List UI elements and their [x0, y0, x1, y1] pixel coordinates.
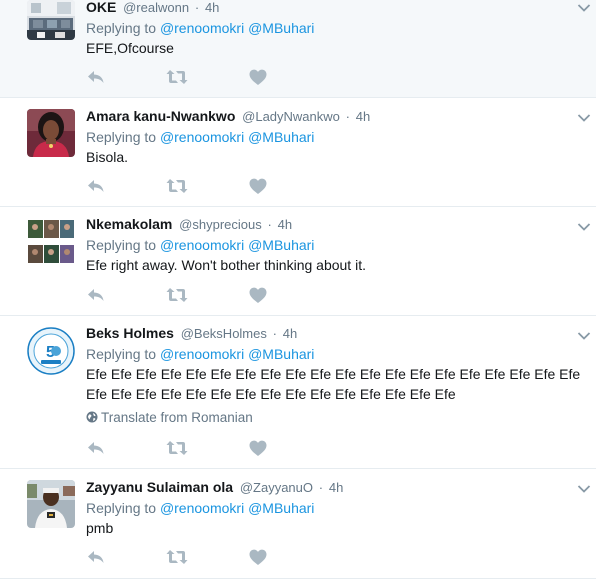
replying-to: Replying to @renoomokri @MBuhari — [86, 127, 576, 147]
tweet-text: Efe right away. Won't bother thinking ab… — [86, 257, 366, 273]
timestamp[interactable]: 4h — [329, 480, 343, 495]
mention-link[interactable]: @renoomokri — [160, 20, 244, 36]
username[interactable]: @LadyNwankwo — [242, 109, 340, 124]
timestamp[interactable]: 4h — [356, 109, 370, 124]
retweet-icon[interactable] — [166, 286, 186, 304]
tweet-text: EFE,Ofcourse — [86, 40, 174, 56]
like-icon[interactable] — [248, 286, 268, 304]
separator-dot: · — [267, 217, 272, 232]
mention-link[interactable]: @renoomokri — [160, 346, 244, 362]
separator-dot: · — [345, 109, 350, 124]
reply-icon[interactable] — [86, 439, 106, 457]
chevron-down-icon[interactable] — [577, 481, 591, 491]
tweet-text: Efe Efe Efe Efe Efe Efe Efe Efe Efe Efe … — [86, 364, 581, 404]
separator-dot: · — [272, 326, 277, 341]
replying-to: Replying to @renoomokri @MBuhari — [86, 498, 576, 518]
retweet-icon[interactable] — [166, 68, 186, 86]
display-name[interactable]: Zayyanu Sulaiman ola — [86, 479, 233, 495]
tweet[interactable]: Zayyanu Sulaiman ola @ZayyanuO · 4h Repl… — [0, 469, 596, 579]
reply-icon[interactable] — [86, 286, 106, 304]
tweet-text: Bisola. — [86, 149, 129, 165]
tweet-feed: OKE @realwonn · 4h Replying to @renoomok… — [0, 0, 596, 581]
like-icon[interactable] — [248, 548, 268, 566]
translate-label: Translate from Romanian — [101, 410, 253, 425]
replying-to: Replying to @renoomokri @MBuhari — [86, 235, 576, 255]
mention-link[interactable]: @MBuhari — [248, 500, 314, 516]
replying-to: Replying to @renoomokri @MBuhari — [86, 18, 576, 38]
username[interactable]: @realwonn — [123, 0, 189, 15]
display-name[interactable]: Beks Holmes — [86, 325, 174, 341]
mention-link[interactable]: @renoomokri — [160, 500, 244, 516]
retweet-icon[interactable] — [166, 177, 186, 195]
mention-link[interactable]: @renoomokri — [160, 237, 244, 253]
replying-to-label: Replying to — [86, 346, 157, 362]
replying-to-label: Replying to — [86, 129, 157, 145]
avatar[interactable]: 5 — [27, 327, 75, 375]
mention-link[interactable]: @MBuhari — [248, 346, 314, 362]
mention-link[interactable]: @renoomokri — [160, 129, 244, 145]
like-icon[interactable] — [248, 439, 268, 457]
tweet-text-line: Efe Efe Efe Efe Efe Efe Efe Efe Efe Efe … — [86, 386, 456, 402]
separator-dot: · — [194, 0, 200, 15]
retweet-icon[interactable] — [166, 548, 186, 566]
man-portrait-icon — [27, 480, 75, 528]
replying-to-label: Replying to — [86, 500, 157, 516]
reply-icon[interactable] — [86, 548, 106, 566]
chevron-down-icon[interactable] — [577, 0, 591, 10]
avatar[interactable] — [27, 109, 75, 157]
mention-link[interactable]: @MBuhari — [248, 237, 314, 253]
reply-icon[interactable] — [86, 177, 106, 195]
reply-icon[interactable] — [86, 68, 106, 86]
timestamp[interactable]: 4h — [278, 217, 292, 232]
display-name[interactable]: Nkemakolam — [86, 216, 172, 232]
woman-portrait-icon — [27, 109, 75, 157]
translate-link[interactable]: Translate from Romanian — [86, 409, 576, 427]
timestamp[interactable]: 4h — [283, 326, 297, 341]
username[interactable]: @shyprecious — [179, 217, 262, 232]
like-icon[interactable] — [248, 68, 268, 86]
retweet-icon[interactable] — [166, 439, 186, 457]
display-name[interactable]: Amara kanu-Nwankwo — [86, 108, 235, 124]
username[interactable]: @ZayyanuO — [240, 480, 313, 495]
replying-to: Replying to @renoomokri @MBuhari — [86, 344, 576, 364]
chevron-down-icon[interactable] — [577, 110, 591, 120]
avatar[interactable] — [27, 480, 75, 528]
chevron-down-icon[interactable] — [577, 328, 591, 338]
chevron-down-icon[interactable] — [577, 219, 591, 229]
username[interactable]: @BeksHolmes — [181, 326, 267, 341]
tweet[interactable]: Amara kanu-Nwankwo @LadyNwankwo · 4h Rep… — [0, 98, 596, 207]
tweet-text-line: Efe Efe Efe Efe Efe Efe Efe Efe Efe Efe … — [86, 366, 581, 382]
separator-dot: · — [318, 480, 324, 495]
anniversary-logo-icon: 5 — [27, 327, 75, 375]
replying-to-label: Replying to — [86, 237, 157, 253]
globe-icon — [86, 411, 98, 423]
like-icon[interactable] — [248, 177, 268, 195]
avatar[interactable] — [27, 218, 75, 266]
tweet[interactable]: Nkemakolam @shyprecious · 4h Replying to… — [0, 207, 596, 316]
living-room-photo-icon — [27, 0, 75, 40]
timestamp[interactable]: 4h — [205, 0, 219, 15]
collage-photo-icon — [27, 218, 75, 266]
mention-link[interactable]: @MBuhari — [248, 20, 314, 36]
tweet-text: pmb — [86, 520, 114, 536]
tweet[interactable]: 5 Beks Holmes @BeksHolmes · 4h Replying … — [0, 316, 596, 469]
tweet[interactable]: OKE @realwonn · 4h Replying to @renoomok… — [0, 0, 596, 98]
display-name[interactable]: OKE — [86, 0, 116, 15]
mention-link[interactable]: @MBuhari — [248, 129, 314, 145]
replying-to-label: Replying to — [86, 20, 157, 36]
avatar[interactable] — [27, 0, 75, 40]
